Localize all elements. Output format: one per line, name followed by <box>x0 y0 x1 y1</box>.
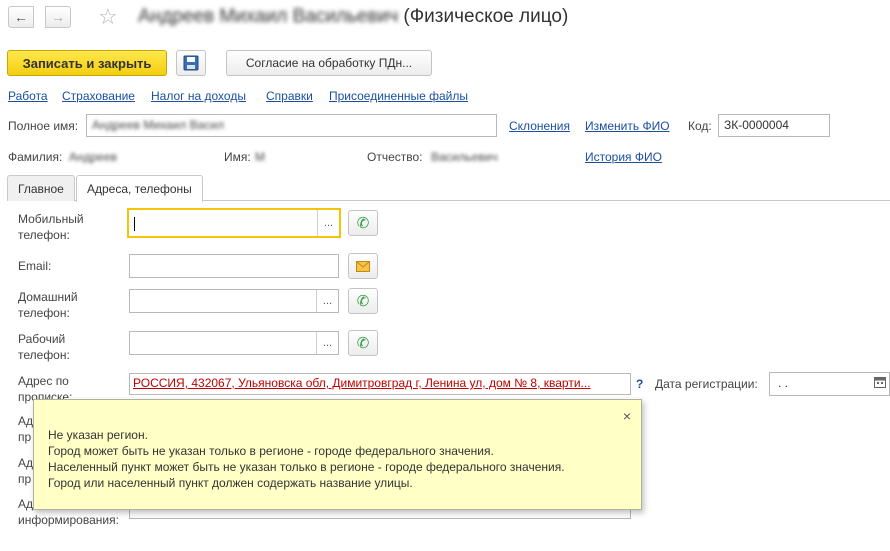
patronymic-value: Васильевич <box>431 150 498 164</box>
back-button[interactable]: ← <box>8 6 34 28</box>
address-label-c-line1: Ад <box>18 497 34 511</box>
help-icon[interactable]: ? <box>636 377 643 391</box>
call-mobile-button[interactable]: ✆ <box>348 210 378 236</box>
phone-icon: ✆ <box>356 293 370 310</box>
tooltip-message: Город может быть не указан только в реги… <box>48 444 494 458</box>
registration-address-field[interactable]: РОССИЯ, 432067, Ульяновска обл, Димитров… <box>129 373 631 395</box>
name-value: М <box>255 150 265 164</box>
surname-value-text: Андреев <box>69 150 118 164</box>
work-phone-label-line2: телефон: <box>18 348 70 362</box>
call-work-button[interactable]: ✆ <box>348 330 378 356</box>
tab-main[interactable]: Главное <box>7 175 75 201</box>
save-and-close-button[interactable]: Записать и закрыть <box>7 50 167 76</box>
page-title: Андреев Михаил Васильевич (Физическое ли… <box>138 6 568 28</box>
phone-icon: ✆ <box>356 335 370 352</box>
code-label: Код: <box>688 119 712 133</box>
fullname-label: Полное имя: <box>8 119 79 133</box>
page-title-name: Андреев Михаил Васильевич <box>138 6 399 27</box>
fullname-value: Андреев Михаил Васил <box>92 118 225 132</box>
validation-tooltip: × Не указан регион. Город может быть не … <box>33 399 642 510</box>
save-button[interactable] <box>176 50 206 76</box>
patronymic-label: Отчество: <box>367 150 423 164</box>
calendar-icon[interactable] <box>874 376 886 391</box>
phone-icon: ✆ <box>356 215 370 232</box>
name-label: Имя: <box>224 150 251 164</box>
reg-date-label: Дата регистрации: <box>655 377 758 391</box>
link-attached-files[interactable]: Присоединенные файлы <box>329 89 468 103</box>
address-label-a-line1: Ад <box>18 414 34 428</box>
reg-date-value: . . <box>778 376 789 390</box>
declensions-link[interactable]: Склонения <box>509 119 570 133</box>
surname-value: Андреев <box>69 150 117 164</box>
home-phone-label-line2: телефон: <box>18 306 70 320</box>
name-value-text: М <box>255 150 265 164</box>
work-phone-label-line1: Рабочий <box>18 332 66 346</box>
reg-date-input[interactable]: . . <box>769 372 890 396</box>
fullname-field[interactable]: Андреев Михаил Васил <box>86 114 497 137</box>
link-certificates[interactable]: Справки <box>266 89 313 103</box>
mobile-label-line1: Мобильный <box>18 212 84 226</box>
mobile-label-line2: телефон: <box>18 228 70 242</box>
link-work[interactable]: Работа <box>8 89 48 103</box>
address-label-b-line1: Ад <box>18 456 34 470</box>
envelope-icon <box>356 260 370 272</box>
send-email-button[interactable] <box>348 253 378 279</box>
close-icon[interactable]: × <box>623 408 631 424</box>
text-caret <box>134 217 135 231</box>
home-phone-select-button[interactable]: ... <box>316 290 338 312</box>
surname-label: Фамилия: <box>8 150 63 164</box>
tooltip-message: Город или населенный пункт должен содерж… <box>48 476 413 490</box>
home-phone-input[interactable]: ... <box>129 289 339 313</box>
address-label-b-line2: пр <box>18 472 32 486</box>
favorite-star-icon[interactable]: ☆ <box>98 4 118 30</box>
call-home-button[interactable]: ✆ <box>348 288 378 314</box>
work-phone-input[interactable]: ... <box>129 331 339 355</box>
page-title-suffix: (Физическое лицо) <box>398 6 569 27</box>
patronymic-value-text: Васильевич <box>431 150 498 164</box>
mobile-phone-select-button[interactable]: ... <box>317 210 339 236</box>
mobile-phone-input[interactable]: ... <box>127 208 341 238</box>
floppy-disk-icon <box>183 55 199 71</box>
info-address-label: информирования: <box>18 513 119 527</box>
forward-button[interactable]: → <box>45 6 71 28</box>
arrow-right-icon: → <box>51 9 65 25</box>
reg-address-label-line1: Адрес по <box>18 374 69 388</box>
work-phone-select-button[interactable]: ... <box>316 332 338 354</box>
arrow-left-icon: ← <box>14 9 28 25</box>
pd-consent-button[interactable]: Согласие на обработку ПДн... <box>226 50 432 76</box>
tooltip-message: Населенный пункт может быть не указан то… <box>48 460 565 474</box>
tooltip-message: Не указан регион. <box>48 428 148 442</box>
address-label-a-line2: пр <box>18 430 32 444</box>
tab-addresses-phones[interactable]: Адреса, телефоны <box>76 175 203 202</box>
link-insurance[interactable]: Страхование <box>62 89 135 103</box>
email-input[interactable] <box>129 254 339 278</box>
fio-history-link[interactable]: История ФИО <box>585 150 662 164</box>
link-income-tax[interactable]: Налог на доходы <box>151 89 246 103</box>
home-phone-label-line1: Домашний <box>18 290 78 304</box>
code-field[interactable]: ЗК-0000004 <box>718 114 830 137</box>
change-fio-link[interactable]: Изменить ФИО <box>585 119 670 133</box>
email-label: Email: <box>18 259 52 273</box>
